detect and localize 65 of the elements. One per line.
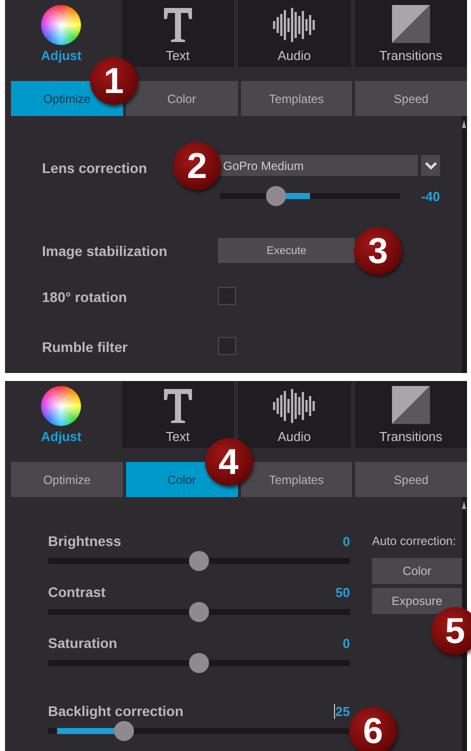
setting-label: Rumble filter: [42, 338, 128, 357]
subtab[interactable]: Optimize: [11, 462, 123, 497]
slider-thumb[interactable]: [114, 721, 134, 741]
auto-correction-button[interactable]: Color: [372, 558, 462, 584]
slider-thumb[interactable]: [189, 602, 209, 622]
slider-thumb[interactable]: [266, 186, 286, 206]
slider-value: -40: [421, 188, 440, 204]
category-tab[interactable]: Audio: [238, 0, 350, 67]
category-tab[interactable]: Text: [122, 0, 234, 67]
slider[interactable]: [220, 186, 400, 206]
category-tab[interactable]: Transitions: [354, 0, 467, 67]
checkbox[interactable]: [218, 337, 236, 355]
setting-label: Image stabilization: [42, 242, 168, 261]
scroll-up-arrow-icon[interactable]: [462, 501, 466, 509]
subtab[interactable]: Color: [126, 81, 238, 116]
scroll-up-arrow-icon[interactable]: [462, 120, 466, 128]
category-tab[interactable]: Text: [122, 381, 234, 448]
slider-label: Contrast: [48, 584, 106, 600]
callout-tooltip: 3: [354, 226, 402, 274]
slider-value[interactable]: 50: [336, 584, 350, 600]
subtab[interactable]: Templates: [240, 462, 352, 497]
slider-thumb[interactable]: [189, 653, 209, 673]
callout-tooltip: 5: [431, 607, 471, 655]
category-label: Adjust: [41, 48, 82, 63]
slider[interactable]: [48, 551, 350, 571]
text-icon: [162, 5, 194, 45]
category-label: Audio: [278, 48, 311, 63]
waveform-icon: [272, 386, 316, 426]
subtab[interactable]: Speed: [355, 462, 467, 497]
category-label: Transitions: [379, 429, 442, 444]
waveform-icon: [272, 5, 316, 45]
slider[interactable]: [48, 721, 350, 741]
color-wheel-icon: [41, 386, 82, 426]
setting-label: 180° rotation: [42, 288, 127, 307]
color-wheel-icon: [41, 5, 82, 45]
category-tab[interactable]: Transitions: [354, 381, 467, 448]
slider-value[interactable]: 25: [334, 704, 350, 718]
transition-icon: [392, 5, 430, 43]
category-label: Text: [166, 48, 190, 63]
callout-tooltip: 2: [173, 142, 221, 190]
slider-value[interactable]: 0: [342, 636, 350, 650]
auto-correction-button[interactable]: Exposure: [372, 588, 462, 614]
execute-button[interactable]: Execute: [218, 238, 355, 263]
setting-label: Lens correction: [42, 159, 148, 178]
transition-icon: [392, 386, 430, 424]
subtab[interactable]: Templates: [240, 81, 352, 116]
text-icon: [162, 386, 194, 426]
slider-label: Saturation: [48, 635, 118, 651]
category-label: Audio: [278, 429, 311, 444]
category-label: Adjust: [41, 429, 82, 444]
slider[interactable]: [48, 602, 350, 622]
dropdown-field[interactable]: GoPro Medium: [218, 155, 418, 176]
chevron-down-icon[interactable]: [421, 155, 440, 176]
subtab[interactable]: Speed: [355, 81, 467, 116]
category-label: Text: [166, 429, 190, 444]
slider[interactable]: [48, 653, 350, 673]
auto-correction-label: Auto correction:: [372, 533, 458, 550]
category-tab[interactable]: Audio: [238, 381, 350, 448]
checkbox[interactable]: [218, 287, 236, 305]
slider-value[interactable]: 0: [342, 534, 350, 548]
slider-label: Backlight correction: [48, 703, 184, 719]
callout-tooltip: 6: [349, 707, 397, 751]
slider-thumb[interactable]: [189, 551, 209, 571]
slider-label: Brightness: [48, 533, 122, 549]
category-label: Transitions: [379, 48, 442, 63]
